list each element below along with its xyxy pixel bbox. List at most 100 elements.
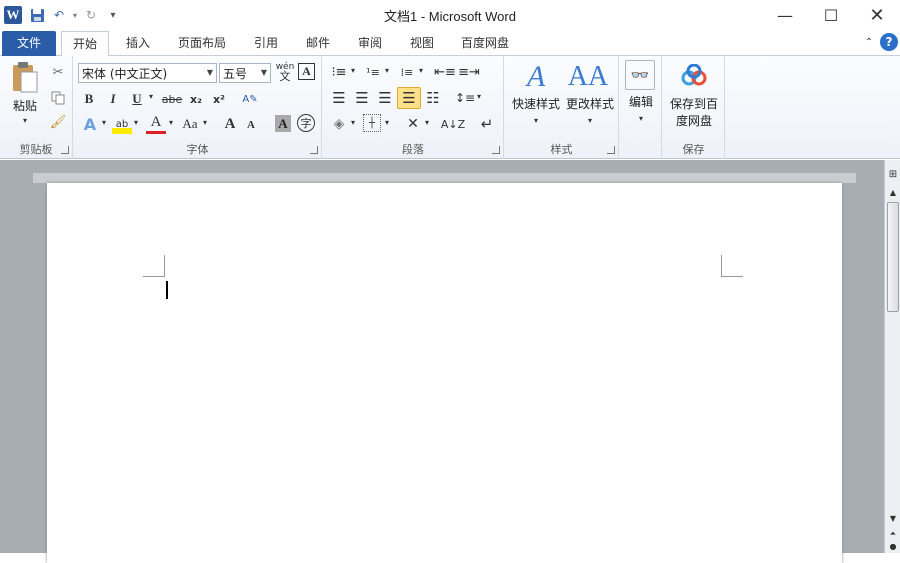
previous-page-icon[interactable]: ⏶ xyxy=(886,528,900,540)
line-spacing-dropdown-icon[interactable]: ▾ xyxy=(475,92,483,101)
change-case-icon[interactable]: Aa xyxy=(179,114,201,134)
character-shading-icon[interactable]: A xyxy=(275,115,291,132)
paste-icon[interactable] xyxy=(8,60,42,96)
scroll-down-icon[interactable]: ▼ xyxy=(886,512,900,524)
change-styles-dropdown-icon[interactable]: ▾ xyxy=(585,116,595,125)
phonetic-guide-icon[interactable]: wén 文 xyxy=(275,62,295,83)
font-color-icon[interactable]: A xyxy=(146,114,166,134)
quick-styles-label[interactable]: 快速样式 xyxy=(507,96,565,113)
chinese-layout-dropdown-icon[interactable]: ▾ xyxy=(423,118,431,127)
paste-label[interactable]: 粘贴 xyxy=(6,98,44,115)
justify-icon[interactable]: ☰ xyxy=(397,87,421,109)
vertical-scrollbar[interactable]: ⊞ ▲ ▼ ⏶ ● xyxy=(884,160,900,553)
quick-styles-dropdown-icon[interactable]: ▾ xyxy=(531,116,541,125)
save-to-baidu-label[interactable]: 保存到百 度网盘 xyxy=(663,96,725,130)
styles-launcher-icon[interactable] xyxy=(607,146,615,154)
change-styles-label[interactable]: 更改样式 xyxy=(561,96,619,113)
borders-icon[interactable]: ┼ xyxy=(363,114,381,132)
save-to-baidu-label-line2: 度网盘 xyxy=(675,114,712,128)
clipboard-group: 粘贴 ▾ ✂ 🖌 剪贴板 xyxy=(0,56,73,159)
highlight-icon[interactable]: ab xyxy=(112,114,132,134)
font-size-combo[interactable]: 五号 ▼ xyxy=(219,63,271,83)
shading-dropdown-icon[interactable]: ▾ xyxy=(349,118,357,127)
save-to-baidu-label-line1: 保存到百 xyxy=(669,97,718,111)
font-color-dropdown-icon[interactable]: ▾ xyxy=(167,118,175,127)
change-styles-icon[interactable]: AA xyxy=(568,60,608,94)
editing-dropdown-icon[interactable]: ▾ xyxy=(636,114,646,123)
document-page[interactable] xyxy=(47,183,842,563)
tab-home[interactable]: 开始 xyxy=(61,31,109,57)
quick-styles-icon[interactable]: A xyxy=(519,60,553,94)
bullets-icon[interactable]: ⁝≡ xyxy=(329,64,349,80)
cut-icon[interactable]: ✂ xyxy=(50,64,66,80)
tab-references[interactable]: 引用 xyxy=(244,31,288,56)
styles-group-label: 样式 xyxy=(550,143,573,156)
change-case-dropdown-icon[interactable]: ▾ xyxy=(201,118,209,127)
font-launcher-icon[interactable] xyxy=(310,146,318,154)
scroll-up-icon[interactable]: ▲ xyxy=(886,186,900,198)
underline-button[interactable]: U xyxy=(128,90,146,108)
help-icon[interactable]: ? xyxy=(880,33,898,51)
numbering-icon[interactable]: ¹≡ xyxy=(363,64,383,80)
align-left-icon[interactable]: ☰ xyxy=(329,89,349,107)
tab-file[interactable]: 文件 xyxy=(2,31,56,56)
shading-icon[interactable]: ◈ xyxy=(329,114,349,134)
close-button[interactable]: ✕ xyxy=(854,0,900,30)
underline-dropdown-icon[interactable]: ▾ xyxy=(147,92,155,101)
sort-icon[interactable]: A↓Z xyxy=(441,114,465,134)
text-effects-dropdown-icon[interactable]: ▾ xyxy=(100,118,108,127)
clear-formatting-icon[interactable]: A✎ xyxy=(240,89,260,109)
enclose-characters-icon[interactable]: 字 xyxy=(297,114,315,132)
tab-mailings[interactable]: 邮件 xyxy=(296,31,340,56)
increase-indent-icon[interactable]: ≡⇥ xyxy=(458,64,480,80)
show-hide-marks-icon[interactable]: ↵ xyxy=(477,114,497,134)
clipboard-launcher-icon[interactable] xyxy=(61,146,69,154)
bullets-dropdown-icon[interactable]: ▾ xyxy=(349,66,357,75)
multilevel-list-icon[interactable]: ⁞≡ xyxy=(397,64,417,80)
copy-icon[interactable] xyxy=(50,90,66,106)
paste-dropdown-icon[interactable]: ▾ xyxy=(20,116,30,125)
ribbon-tab-bar: 文件 开始 插入 页面布局 引用 邮件 审阅 视图 百度网盘 ⌃ ? xyxy=(0,30,900,57)
line-spacing-icon[interactable]: ↕≡ xyxy=(455,89,475,107)
shrink-font-icon[interactable]: A xyxy=(242,116,260,134)
tab-view[interactable]: 视图 xyxy=(400,31,444,56)
margin-mark-right xyxy=(721,255,743,277)
find-binoculars-icon[interactable]: 👓 xyxy=(625,60,655,90)
highlight-dropdown-icon[interactable]: ▾ xyxy=(132,118,140,127)
font-group-label: 字体 xyxy=(186,143,209,156)
tab-baidu-netdisk[interactable]: 百度网盘 xyxy=(452,31,518,56)
paragraph-launcher-icon[interactable] xyxy=(492,146,500,154)
ruler-toggle-icon[interactable]: ⊞ xyxy=(886,166,900,182)
font-name-combo[interactable]: 宋体 (中文正文) ▼ xyxy=(78,63,217,83)
align-right-icon[interactable]: ☰ xyxy=(375,89,395,107)
multilevel-list-dropdown-icon[interactable]: ▾ xyxy=(417,66,425,75)
bold-button[interactable]: B xyxy=(80,90,98,108)
character-border-icon[interactable]: A xyxy=(298,63,315,80)
chevron-down-icon[interactable]: ▼ xyxy=(207,68,213,77)
decrease-indent-icon[interactable]: ⇤≡ xyxy=(434,64,456,80)
distributed-icon[interactable]: ☷ xyxy=(423,89,443,107)
tab-review[interactable]: 审阅 xyxy=(348,31,392,56)
align-center-icon[interactable]: ☰ xyxy=(352,89,372,107)
superscript-button[interactable]: x² xyxy=(210,90,228,108)
scrollbar-thumb[interactable] xyxy=(887,202,899,312)
editing-label[interactable]: 编辑 xyxy=(620,94,662,111)
maximize-button[interactable]: ☐ xyxy=(808,0,854,30)
baidu-cloud-icon[interactable] xyxy=(679,62,709,90)
tab-insert[interactable]: 插入 xyxy=(114,31,162,56)
chevron-down-icon[interactable]: ▼ xyxy=(261,68,267,77)
format-painter-icon[interactable]: 🖌 xyxy=(50,114,67,130)
select-browse-object-icon[interactable]: ● xyxy=(886,540,900,552)
font-name-value: 宋体 (中文正文) xyxy=(82,67,168,81)
chinese-layout-icon[interactable]: ✕ xyxy=(403,114,423,134)
text-effects-icon[interactable]: A xyxy=(80,114,100,134)
borders-dropdown-icon[interactable]: ▾ xyxy=(383,118,391,127)
minimize-ribbon-icon[interactable]: ⌃ xyxy=(862,34,876,50)
minimize-button[interactable]: — xyxy=(762,0,808,30)
numbering-dropdown-icon[interactable]: ▾ xyxy=(383,66,391,75)
italic-button[interactable]: I xyxy=(104,90,122,108)
grow-font-icon[interactable]: A xyxy=(220,114,240,134)
strikethrough-button[interactable]: abe xyxy=(160,90,184,108)
tab-page-layout[interactable]: 页面布局 xyxy=(172,31,232,56)
subscript-button[interactable]: x₂ xyxy=(187,90,205,108)
